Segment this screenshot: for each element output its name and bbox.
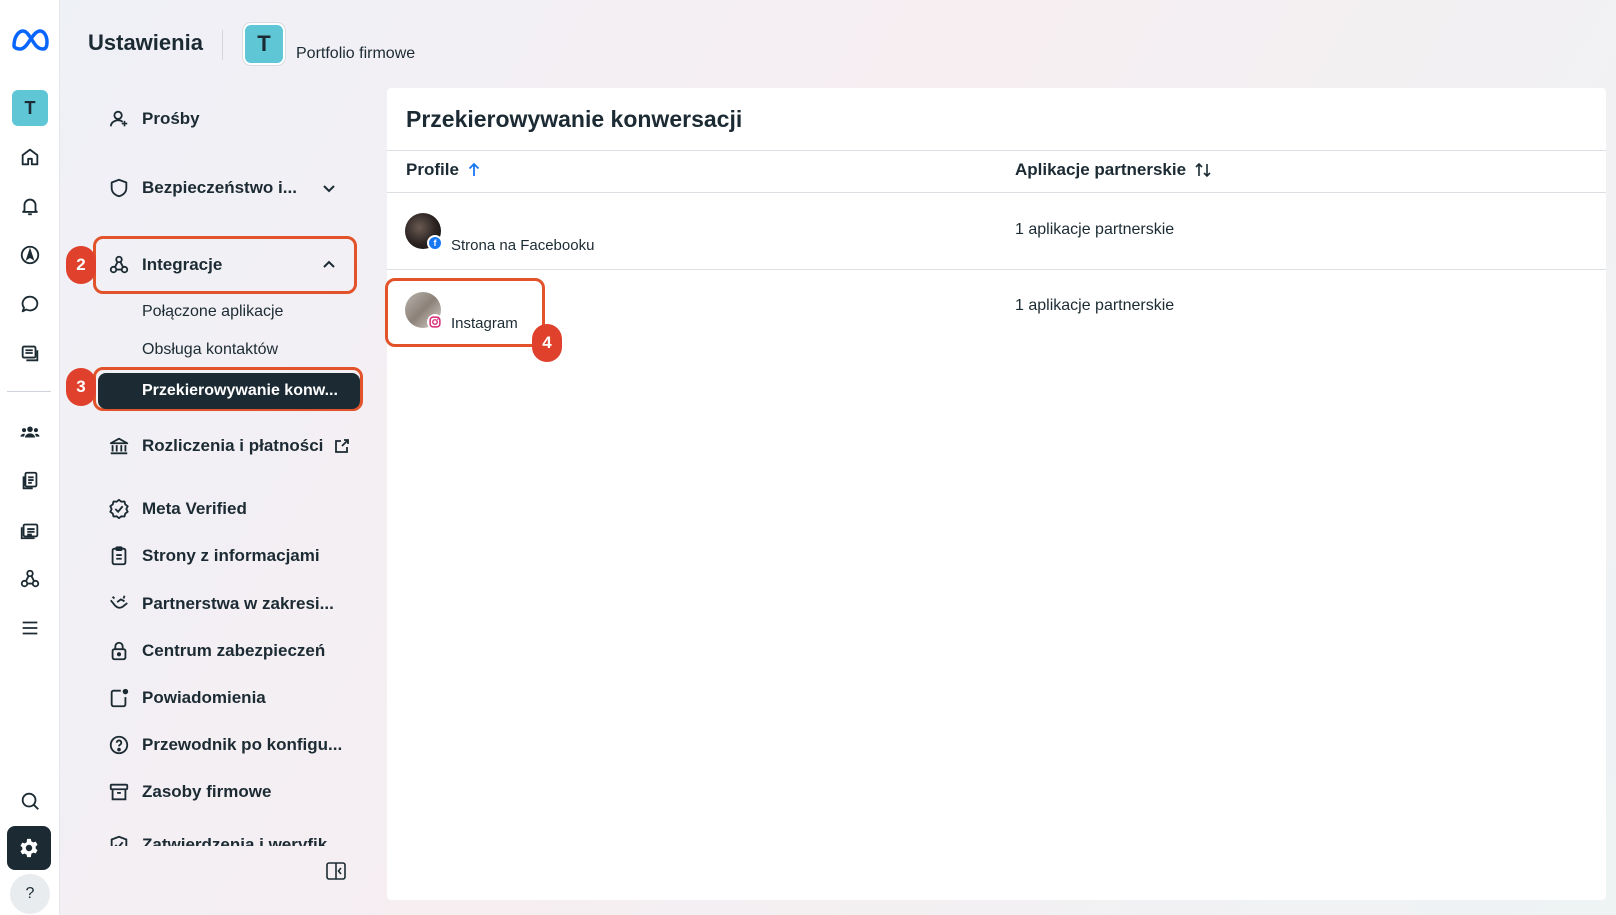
column-header-profile[interactable]: Profile — [406, 160, 481, 180]
sidebar-item-notifications[interactable]: Powiadomienia — [108, 683, 266, 713]
sidebar-item-label: Meta Verified — [142, 499, 247, 518]
sidebar-item-label: Powiadomienia — [142, 688, 266, 707]
divider — [387, 150, 1606, 151]
profile-name: Strona na Facebooku — [451, 237, 595, 254]
home-icon[interactable] — [0, 137, 60, 177]
sidebar-item-info-pages[interactable]: Strony z informacjami — [108, 541, 320, 571]
handshake-icon — [108, 593, 130, 615]
help-button[interactable]: ? — [10, 874, 50, 914]
sidebar-subitem-connected-apps[interactable]: Połączone aplikacje — [142, 303, 283, 321]
verified-badge-icon — [108, 498, 130, 520]
sidebar-item-label: Partnerstwa w zakresi... — [142, 594, 334, 613]
question-circle-icon — [108, 734, 130, 756]
sidebar-item-meta-verified[interactable]: Meta Verified — [108, 494, 247, 524]
sidebar-item-label: Integracje — [142, 255, 223, 274]
facebook-icon: f — [427, 235, 443, 251]
sidebar-item-billing[interactable]: Rozliczenia i płatności — [108, 431, 323, 461]
bank-icon — [108, 435, 130, 457]
compass-icon[interactable] — [0, 235, 60, 275]
chat-icon[interactable] — [0, 284, 60, 324]
sidebar-subitem-contact-handling[interactable]: Obsługa kontaktów — [142, 341, 278, 359]
collapse-sidebar-icon[interactable] — [325, 860, 347, 882]
sidebar-item-label: Przekierowywanie konw... — [142, 382, 338, 399]
partner-apps-count: 1 aplikacje partnerskie — [1015, 297, 1175, 314]
sidebar-item-requests[interactable]: Prośby — [108, 104, 200, 134]
sidebar-item-approvals[interactable]: Zatwierdzenia i weryfik... — [108, 830, 341, 846]
inbox-icon[interactable] — [0, 333, 60, 373]
header-divider — [222, 30, 223, 60]
integrations-icon[interactable] — [0, 559, 60, 599]
external-link-icon[interactable] — [334, 438, 350, 454]
sort-ascending-icon[interactable] — [467, 162, 481, 178]
column-label: Profile — [406, 160, 459, 179]
sidebar-item-label: Przewodnik po konfigu... — [142, 735, 343, 754]
people-icon[interactable] — [0, 412, 60, 452]
sidebar-subitem-conversation-routing[interactable]: Przekierowywanie konw... — [98, 373, 360, 409]
step-badge-4: 4 — [532, 324, 562, 362]
sidebar-item-label: Bezpieczeństwo i... — [142, 178, 297, 197]
step-badge-3: 3 — [66, 368, 96, 406]
table-row[interactable]: f Strona na Facebooku 1 aplikacje partne… — [387, 193, 1606, 269]
page-title: Ustawienia — [88, 30, 203, 55]
sidebar-item-security[interactable]: Bezpieczeństwo i... — [108, 173, 297, 203]
menu-icon[interactable] — [0, 608, 60, 648]
sidebar-item-business-assets[interactable]: Zasoby firmowe — [108, 777, 271, 807]
settings-button[interactable] — [7, 826, 51, 870]
ads-icon[interactable] — [0, 510, 60, 550]
sidebar-item-label: Prośby — [142, 109, 200, 128]
archive-icon — [108, 781, 130, 803]
integrations-icon — [108, 254, 130, 276]
meta-logo-icon[interactable] — [0, 20, 60, 60]
sidebar-item-setup-guide[interactable]: Przewodnik po konfigu... — [108, 730, 342, 760]
panel-title: Przekierowywanie konwersacji — [406, 106, 743, 132]
sidebar-item-label: Rozliczenia i płatności — [142, 436, 324, 455]
sidebar-item-label: Centrum zabezpieczeń — [142, 641, 326, 660]
chevron-up-icon[interactable] — [321, 257, 337, 273]
sidebar-item-label: Zasoby firmowe — [142, 782, 272, 801]
column-label: Aplikacje partnerskie — [1015, 160, 1187, 179]
highlight-instagram — [385, 278, 545, 347]
portfolio-name[interactable]: Portfolio firmowe — [296, 45, 415, 63]
sidebar-item-label: Zatwierdzenia i weryfik... — [142, 835, 342, 846]
search-icon[interactable] — [0, 781, 60, 821]
sidebar-scroll-clip: Zatwierdzenia i weryfik... — [100, 824, 360, 846]
documents-icon[interactable] — [0, 461, 60, 501]
sidebar-item-integrations[interactable]: Integracje — [108, 250, 222, 280]
portfolio-avatar[interactable]: T — [243, 23, 285, 65]
sidebar-item-partnerships[interactable]: Partnerstwa w zakresi... — [108, 589, 334, 619]
sort-icon[interactable] — [1194, 162, 1212, 178]
sidebar-item-label: Strony z informacjami — [142, 546, 320, 565]
main-panel: Przekierowywanie konwersacji Profile Apl… — [385, 88, 1606, 900]
business-avatar[interactable]: T — [12, 90, 48, 126]
check-shield-icon — [108, 834, 130, 846]
person-icon — [108, 108, 130, 130]
gear-icon — [20, 838, 38, 858]
shield-icon — [108, 177, 130, 199]
bell-icon[interactable] — [0, 186, 60, 226]
lock-icon — [108, 640, 130, 662]
notification-icon — [108, 687, 130, 709]
left-rail: T ? — [0, 0, 60, 915]
rail-divider — [7, 391, 51, 392]
partner-apps-count: 1 aplikacje partnerskie — [1015, 221, 1175, 238]
column-header-partner-apps[interactable]: Aplikacje partnerskie — [1015, 160, 1212, 180]
clipboard-icon — [108, 545, 130, 567]
chevron-down-icon[interactable] — [321, 180, 337, 196]
table-row[interactable]: Instagram 1 aplikacje partnerskie — [387, 270, 1606, 346]
step-badge-2: 2 — [66, 246, 96, 284]
sidebar-item-security-center[interactable]: Centrum zabezpieczeń — [108, 636, 325, 666]
